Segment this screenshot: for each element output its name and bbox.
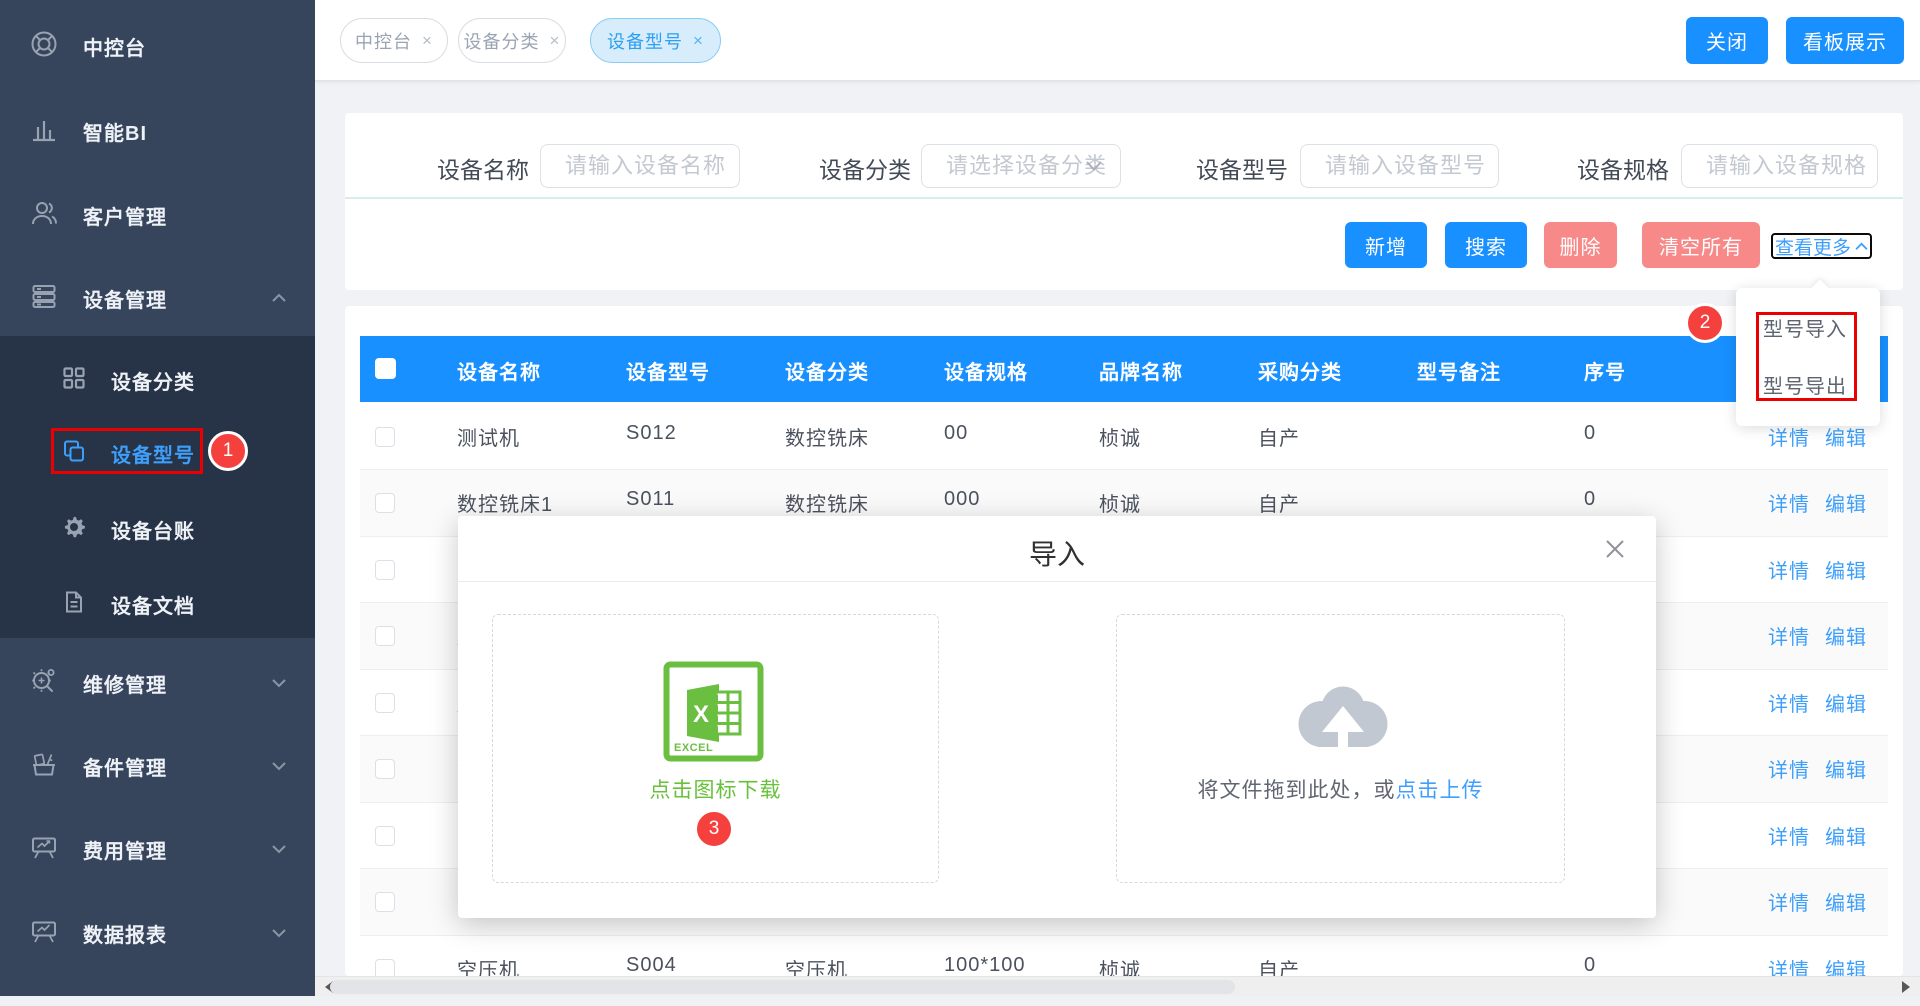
svg-text:X: X — [693, 701, 709, 728]
svg-text:EXCEL: EXCEL — [674, 742, 713, 754]
